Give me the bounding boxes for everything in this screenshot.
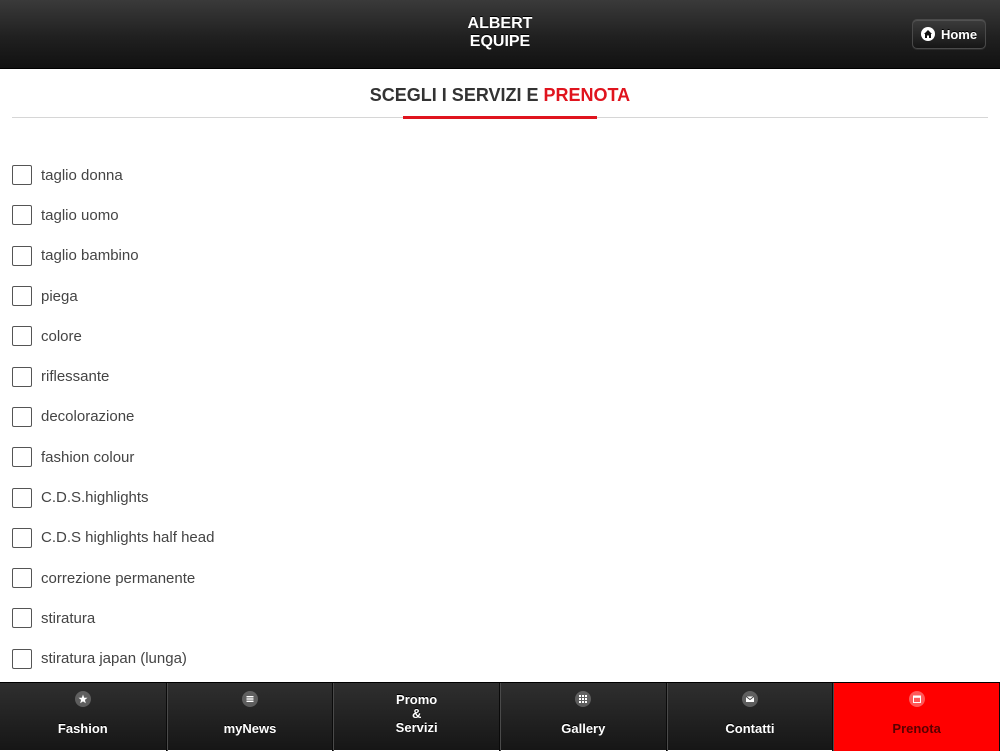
page-title-main: SCEGLI I SERVIZI E <box>369 85 544 105</box>
menu-icon <box>241 691 258 707</box>
tab-label: myNews <box>223 721 277 736</box>
title-underline <box>403 116 597 119</box>
service-label: stiratura <box>41 609 96 627</box>
service-item[interactable]: taglio bambino <box>12 236 712 276</box>
page-title-accent: PRENOTA <box>543 85 631 105</box>
tab-promo-servizi[interactable]: Promo & Servizi <box>333 683 500 751</box>
service-item[interactable]: taglio donna <box>12 155 712 195</box>
service-checkbox[interactable] <box>12 608 32 629</box>
star-icon <box>74 691 91 707</box>
service-label: taglio donna <box>41 166 123 184</box>
service-item[interactable]: stiratura japan (lunga) <box>12 639 712 679</box>
service-label: correzione permanente <box>41 569 196 587</box>
service-checkbox[interactable] <box>12 527 32 548</box>
tab-gallery[interactable]: Gallery <box>499 683 667 751</box>
tab-label: Prenota <box>892 721 941 736</box>
service-checkbox[interactable] <box>12 487 32 508</box>
envelope-icon <box>741 691 758 707</box>
app-title-line1: ALBERT <box>467 15 533 32</box>
bottom-tab-bar: Fashion myNews Promo & Servizi Gallery C… <box>0 682 1000 751</box>
service-item[interactable]: decolorazione <box>12 397 712 437</box>
tab-mynews[interactable]: myNews <box>166 683 334 751</box>
service-checkbox[interactable] <box>12 568 32 589</box>
home-button-label: Home <box>940 26 978 42</box>
tab-label: Fashion <box>57 721 108 736</box>
service-checkbox[interactable] <box>12 286 32 307</box>
tab-label: Contatti <box>725 721 775 736</box>
home-button[interactable]: Home <box>912 19 986 49</box>
grid-icon <box>575 691 592 707</box>
service-item[interactable]: taglio uomo <box>12 195 712 235</box>
service-item[interactable]: correzione permanente <box>12 558 712 598</box>
service-checkbox[interactable] <box>12 366 32 387</box>
service-label: fashion colour <box>41 448 135 466</box>
tab-prenota[interactable]: Prenota <box>833 683 1000 751</box>
service-checkbox[interactable] <box>12 326 32 347</box>
service-label: decolorazione <box>41 408 135 426</box>
service-label: taglio bambino <box>41 247 139 265</box>
tab-fashion[interactable]: Fashion <box>0 683 167 751</box>
tab-contatti[interactable]: Contatti <box>666 683 834 751</box>
service-label: piega <box>41 287 78 305</box>
service-item[interactable]: fashion colour <box>12 437 712 477</box>
service-checkbox[interactable] <box>12 245 32 266</box>
service-checkbox[interactable] <box>12 205 32 226</box>
service-item[interactable]: C.D.S.highlights <box>12 477 712 517</box>
home-icon <box>920 27 935 41</box>
service-checkbox[interactable] <box>12 648 32 669</box>
service-checkbox[interactable] <box>12 406 32 427</box>
service-label: colore <box>41 327 82 345</box>
services-list: taglio donna taglio uomo taglio bambino pie… <box>12 155 712 679</box>
app-title-line2: EQUIPE <box>469 33 531 50</box>
app-title: ALBERT EQUIPE <box>0 15 1000 51</box>
service-item[interactable]: riflessante <box>12 356 712 396</box>
service-label: stiratura japan (lunga) <box>41 650 187 668</box>
calendar-icon <box>908 691 925 707</box>
tab-label: Gallery <box>561 721 606 736</box>
service-item[interactable]: C.D.S highlights half head <box>12 518 712 558</box>
tab-label: Promo & Servizi <box>395 692 438 735</box>
service-item[interactable]: colore <box>12 316 712 356</box>
page-title: SCEGLI I SERVIZI E PRENOTA <box>0 85 1000 106</box>
service-item[interactable]: piega <box>12 276 712 316</box>
service-label: C.D.S.highlights <box>41 489 149 507</box>
service-label: C.D.S highlights half head <box>41 529 215 547</box>
service-checkbox[interactable] <box>12 447 32 468</box>
service-label: taglio uomo <box>41 206 119 224</box>
service-checkbox[interactable] <box>12 165 32 186</box>
service-label: riflessante <box>41 368 110 386</box>
service-item[interactable]: stiratura <box>12 598 712 638</box>
top-header-bar: ALBERT EQUIPE Home <box>0 0 1000 69</box>
